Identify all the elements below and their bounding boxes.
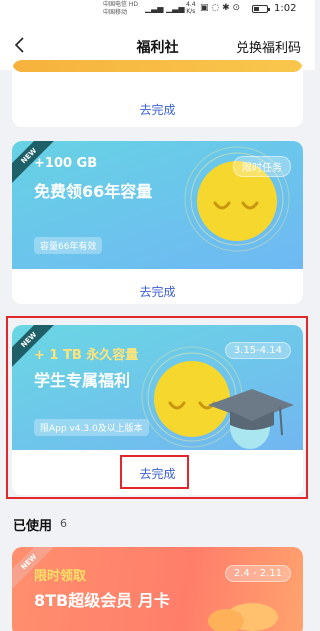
- limited-task-tag: 限时任务: [233, 156, 291, 177]
- card-banner: NEW 限时领取 8TB超级会员 月卡 2.4 - 2.11: [12, 547, 303, 631]
- battery-icon: [252, 5, 270, 13]
- nfc-icon: ▣: [200, 3, 209, 13]
- signal-icon: ▁▃▅: [166, 4, 185, 13]
- signal-icon: ▁▃▅: [145, 4, 164, 13]
- clock: 1:02: [274, 3, 297, 14]
- benefit-heading: 免费领66年容量: [34, 182, 153, 201]
- card-banner: NEW +100 GB 免费领66年容量 限时任务 容量66年有效: [12, 141, 303, 269]
- complete-button[interactable]: 去完成: [12, 101, 303, 118]
- benefit-note: 容量66年有效: [34, 237, 103, 254]
- benefit-amount: +100 GB: [34, 156, 98, 171]
- benefit-card-100gb: NEW +100 GB 免费领66年容量 限时任务 容量66年有效 去完成: [12, 141, 303, 304]
- net-speed-unit: K/s: [186, 8, 196, 15]
- alarm-icon: ⊙: [232, 3, 241, 13]
- net-speed: 4.4 K/s: [186, 1, 196, 15]
- mute-icon: ◌: [211, 3, 220, 13]
- carrier-line-2: 中国移动: [103, 9, 128, 16]
- signal-icons: ▁▃▅ ▁▃▅: [145, 4, 184, 13]
- carrier-info: 中国电信 HD 中国移动: [103, 1, 138, 17]
- benefit-card-1: 去完成: [12, 60, 303, 127]
- card-banner: [12, 60, 303, 72]
- date-range-tag: 2.4 - 2.11: [224, 565, 291, 582]
- used-section-title: 已使用: [13, 519, 53, 534]
- used-count: 6: [60, 517, 67, 530]
- status-icons: ▣ ◌ ✱ ⊙: [200, 3, 240, 13]
- status-bar: 中国电信 HD 中国移动 ▁▃▅ ▁▃▅ 4.4 K/s ▣ ◌ ✱ ⊙ 1:0…: [0, 0, 315, 22]
- redeem-code-link[interactable]: 兑换福利码: [236, 37, 301, 56]
- complete-button[interactable]: 去完成: [12, 283, 303, 300]
- used-benefit-card: NEW 限时领取 8TB超级会员 月卡 2.4 - 2.11: [12, 547, 303, 631]
- button-highlight-frame: [120, 455, 189, 489]
- benefit-amount: 限时领取: [34, 569, 87, 584]
- carrier-line-1: 中国电信 HD: [103, 1, 139, 8]
- net-speed-value: 4.4: [186, 1, 196, 8]
- bluetooth-icon: ✱: [222, 3, 230, 13]
- benefit-heading: 8TB超级会员 月卡: [34, 591, 170, 610]
